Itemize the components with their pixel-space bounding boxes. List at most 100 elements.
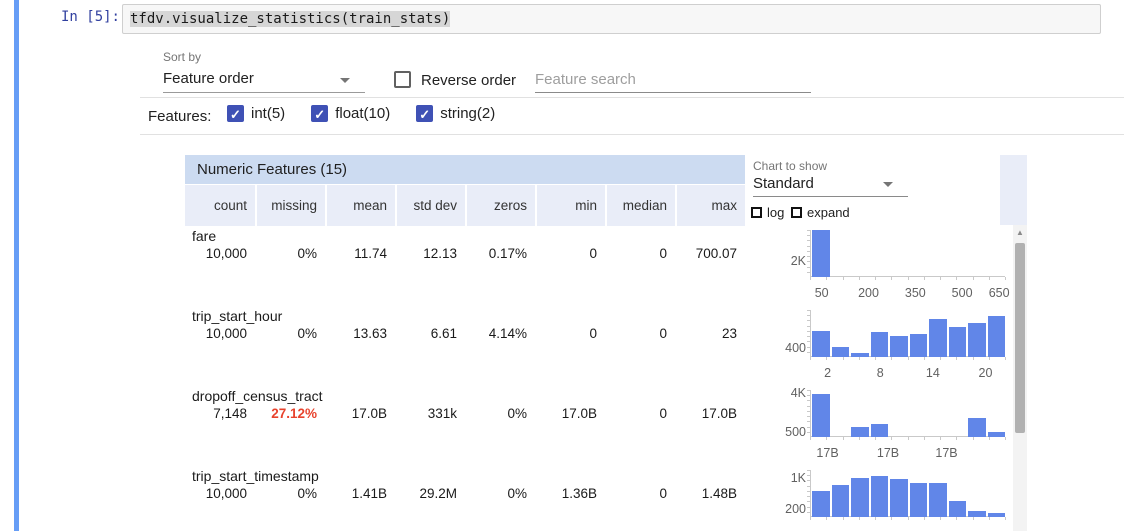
reverse-order-checkbox[interactable] [394, 71, 411, 88]
cell-min: 0 [535, 246, 605, 261]
feature-filter-checkbox[interactable]: ✓ [311, 105, 328, 122]
scroll-up-icon[interactable]: ▲ [1013, 228, 1027, 237]
log-label: log [767, 205, 784, 220]
x-tick [924, 437, 925, 440]
feature-filter-1: ✓float(10) [311, 105, 390, 122]
y-tick [807, 427, 810, 428]
feature-filter-checkbox[interactable]: ✓ [227, 105, 244, 122]
y-tick [807, 507, 810, 508]
x-tick [843, 437, 844, 440]
cell-prompt: In [5]: [28, 9, 120, 25]
x-tick [924, 357, 925, 360]
y-tick [807, 336, 810, 337]
column-header-std-dev[interactable]: std dev [395, 185, 465, 226]
feature-values: 7,14827.12%17.0B331k0%17.0B017.0B [185, 406, 745, 421]
y-tick [807, 256, 810, 257]
histogram-bar[interactable] [968, 511, 986, 517]
histogram-bar[interactable] [890, 479, 908, 517]
feature-search-input[interactable] [535, 67, 811, 93]
x-tick [891, 437, 892, 440]
expand-checkbox[interactable] [791, 207, 802, 218]
y-tick [807, 432, 810, 433]
histogram-bar[interactable] [968, 418, 986, 437]
histogram-bar[interactable] [968, 323, 986, 357]
chart-to-show-dropdown[interactable]: Standard [753, 175, 814, 192]
x-tick [908, 517, 909, 520]
column-header-mean[interactable]: mean [325, 185, 395, 226]
feature-name: dropoff_census_tract [185, 386, 745, 404]
cell-max: 1.48B [675, 486, 745, 501]
column-header-max[interactable]: max [675, 185, 745, 226]
histogram-bar[interactable] [988, 432, 1006, 437]
cell-missing: 0% [255, 326, 325, 341]
x-tick [908, 277, 909, 280]
sort-by-dropdown[interactable]: Feature order [163, 70, 254, 87]
y-tick [807, 480, 810, 481]
histogram-bar[interactable] [988, 513, 1006, 517]
column-header-median[interactable]: median [605, 185, 675, 226]
histogram-bar[interactable] [851, 353, 869, 357]
x-axis-label: 2 [824, 366, 831, 380]
histogram-bar[interactable] [949, 501, 967, 517]
column-header-zeros[interactable]: zeros [465, 185, 535, 226]
feature-values: 10,0000%13.636.614.14%0023 [185, 326, 745, 341]
y-tick [807, 261, 810, 262]
histogram-bar[interactable] [812, 331, 830, 357]
log-checkbox[interactable] [751, 207, 762, 218]
y-tick [807, 512, 810, 513]
y-axis-label: 1K [770, 471, 806, 485]
cell-focus-bar [14, 0, 19, 531]
cell-median: 0 [605, 486, 675, 501]
features-label: Features: [148, 108, 211, 125]
histogram-bar[interactable] [812, 491, 830, 517]
x-tick [973, 277, 974, 280]
y-tick [807, 411, 810, 412]
table-row: trip_start_timestamp10,0000%1.41B29.2M0%… [185, 466, 745, 531]
column-header-count[interactable]: count [185, 185, 255, 226]
histogram-bar[interactable] [988, 316, 1006, 357]
y-tick [807, 320, 810, 321]
x-axis-label: 500 [952, 286, 973, 300]
histogram-bar[interactable] [851, 478, 869, 517]
histogram-bar[interactable] [910, 483, 928, 517]
y-tick [807, 235, 810, 236]
chevron-down-icon[interactable] [883, 182, 893, 187]
scrollbar-thumb[interactable] [1015, 243, 1025, 433]
histogram-bar[interactable] [851, 427, 869, 437]
x-tick [940, 277, 941, 280]
code-input[interactable]: tfdv.visualize_statistics(train_stats) [122, 4, 1101, 34]
feature-values: 10,0000%1.41B29.2M0%1.36B01.48B [185, 486, 745, 501]
histogram-bar[interactable] [812, 394, 830, 437]
histogram-bar[interactable] [949, 327, 967, 357]
x-tick [843, 517, 844, 520]
x-tick [956, 437, 957, 440]
histogram-bar[interactable] [929, 319, 947, 357]
cell-median: 0 [605, 246, 675, 261]
column-header-missing[interactable]: missing [255, 185, 325, 226]
x-tick [810, 277, 811, 280]
x-tick [875, 517, 876, 520]
x-tick [940, 517, 941, 520]
column-header-min[interactable]: min [535, 185, 605, 226]
histogram-bar[interactable] [832, 485, 850, 517]
cell-min: 0 [535, 326, 605, 341]
x-tick [810, 517, 811, 520]
histogram-bar[interactable] [871, 424, 889, 437]
sort-by-underline [163, 92, 365, 93]
x-tick [810, 437, 811, 440]
chevron-down-icon[interactable] [340, 78, 350, 83]
histogram-bar[interactable] [929, 483, 947, 517]
feature-filter-label: string(2) [440, 105, 495, 122]
histogram-bar[interactable] [832, 347, 850, 357]
cell-zeros: 0.17% [465, 246, 535, 261]
x-tick [859, 517, 860, 520]
histogram-bar[interactable] [910, 334, 928, 357]
histogram-bar[interactable] [871, 332, 889, 357]
cell-std-dev: 29.2M [395, 486, 465, 501]
histogram-bar[interactable] [871, 476, 889, 517]
x-tick [924, 517, 925, 520]
x-tick [956, 357, 957, 360]
histogram-bar[interactable] [812, 230, 830, 277]
feature-filter-checkbox[interactable]: ✓ [416, 105, 433, 122]
histogram-bar[interactable] [890, 336, 908, 357]
